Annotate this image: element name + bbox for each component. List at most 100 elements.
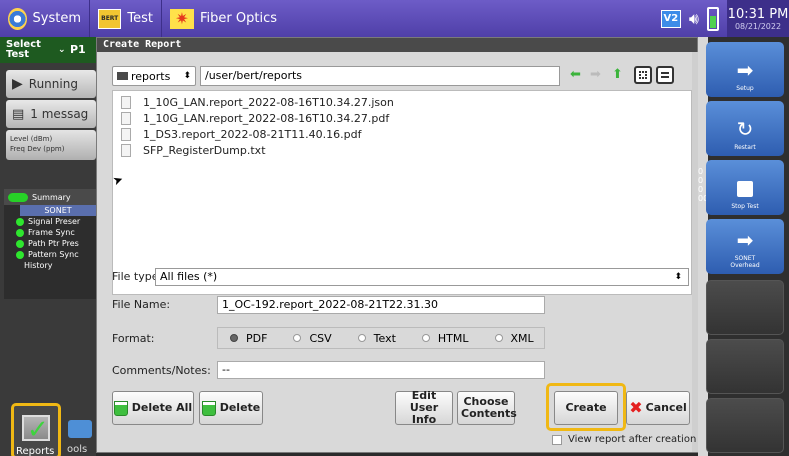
status-dot	[16, 217, 24, 226]
reports-label: Reports	[16, 446, 55, 456]
left-panel: Select Test ⌄ P1 ▶ Running ▤ 1 messag Le…	[0, 37, 96, 456]
status-pill	[8, 192, 28, 202]
create-report-dialog: Create Report reports ⬍ /user/bert/repor…	[96, 37, 698, 453]
reports-button[interactable]: ✓ Reports	[11, 403, 61, 456]
tree-item[interactable]: Path Ptr Pres	[4, 238, 96, 249]
empty-soft-key[interactable]	[706, 280, 784, 335]
battery-icon	[707, 6, 719, 31]
file-list: 1_10G_LAN.report_2022-08-16T10.34.27.jso…	[112, 90, 692, 295]
empty-soft-key[interactable]	[706, 339, 784, 394]
running-label: Running	[28, 77, 78, 91]
sonet-overhead-label: SONET Overhead	[730, 255, 760, 269]
dialog-scrollbar[interactable]	[692, 52, 698, 452]
gear-icon	[8, 7, 27, 30]
radio-icon	[293, 334, 302, 342]
up-arrow-icon[interactable]: ⬆	[612, 67, 623, 82]
arrow-right-icon: ➡	[736, 58, 754, 82]
clock-date: 08/21/2022	[734, 21, 782, 31]
empty-soft-key[interactable]	[706, 398, 784, 453]
view-report-label: View report after creation	[568, 434, 697, 445]
format-html-radio[interactable]: HTML	[421, 332, 469, 345]
radio-icon	[421, 334, 430, 342]
dialog-title: Create Report	[97, 38, 697, 52]
format-text-radio[interactable]: Text	[357, 332, 396, 345]
comments-label: Comments/Notes:	[112, 364, 211, 377]
v2-icon[interactable]: V2	[660, 9, 681, 28]
format-csv-radio[interactable]: CSV	[293, 332, 332, 345]
tree-item[interactable]: History	[4, 260, 96, 271]
tree-item[interactable]: Pattern Sync	[4, 249, 96, 260]
status-area: V2 🔊︎ 10:31 PM 08/21/2022	[660, 0, 789, 37]
tools-icon[interactable]	[68, 420, 92, 438]
tree-item[interactable]: Frame Sync	[4, 227, 96, 238]
system-menu[interactable]: System	[0, 0, 90, 37]
test-label: Test	[127, 11, 153, 26]
path-bar: reports ⬍ /user/bert/reports ⬅ ➡ ⬆	[112, 66, 692, 88]
restart-button[interactable]: ↻ Restart	[706, 101, 784, 156]
reports-icon: ✓	[22, 415, 50, 445]
format-pdf-radio[interactable]: PDF	[230, 332, 267, 345]
list-item[interactable]: SFP_RegisterDump.txt	[113, 142, 691, 158]
stop-test-label: Stop Test	[731, 203, 759, 210]
sonet-header[interactable]: SONET	[20, 205, 96, 216]
stop-test-button[interactable]: Stop Test	[706, 160, 784, 215]
file-icon	[121, 95, 131, 109]
stop-icon	[737, 181, 753, 197]
list-item[interactable]: 1_10G_LAN.report_2022-08-16T10.34.27.jso…	[113, 94, 691, 110]
bert-icon: BERT	[98, 8, 122, 29]
folder-icon	[117, 72, 128, 80]
forward-arrow-icon[interactable]: ➡	[590, 67, 601, 82]
tree-item[interactable]: Signal Preser	[4, 216, 96, 227]
directory-select[interactable]: reports ⬍	[112, 66, 196, 86]
view-report-checkbox[interactable]	[552, 435, 562, 445]
directory-label: reports	[131, 69, 171, 83]
tools-label: ools	[67, 444, 88, 455]
list-view-icon[interactable]	[656, 66, 674, 84]
list-item[interactable]: 1_DS3.report_2022-08-21T11.40.16.pdf	[113, 126, 691, 142]
select-test-label: Select Test	[6, 39, 41, 60]
screen: System BERT Test ✷ Fiber Optics V2 🔊︎ 10…	[0, 0, 789, 456]
setup-button[interactable]: ➡ Setup	[706, 42, 784, 97]
file-type-select[interactable]: All files (*) ⬍	[155, 268, 689, 286]
setup-label: Setup	[736, 85, 754, 92]
radio-icon	[494, 334, 503, 342]
play-icon: ▶	[12, 76, 23, 92]
back-arrow-icon[interactable]: ⬅	[570, 67, 581, 82]
list-item[interactable]: 1_10G_LAN.report_2022-08-16T10.34.27.pdf	[113, 110, 691, 126]
speaker-icon[interactable]: 🔊︎	[689, 9, 699, 29]
status-dot	[16, 250, 24, 259]
clock: 10:31 PM 08/21/2022	[727, 0, 789, 37]
file-name-input[interactable]: 1_OC-192.report_2022-08-21T22.31.30	[217, 296, 545, 314]
comments-input[interactable]: --	[217, 361, 545, 379]
summary-item[interactable]: Summary	[4, 189, 96, 205]
select-test-button[interactable]: Select Test ⌄ P1	[0, 37, 96, 63]
summary-label: Summary	[32, 192, 71, 202]
delete-button[interactable]: Delete	[199, 391, 263, 425]
fiber-optics-menu[interactable]: ✷ Fiber Optics	[162, 0, 285, 37]
sonet-overhead-button[interactable]: ➡ SONET Overhead	[706, 219, 784, 274]
path-field[interactable]: /user/bert/reports	[200, 66, 560, 86]
spinner-icon: ⬍	[183, 71, 191, 81]
trash-icon	[201, 400, 216, 416]
freq-dev-label: Freq Dev (ppm)	[10, 145, 65, 153]
messages-button[interactable]: ▤ 1 messag	[6, 100, 96, 128]
spinner-icon: ⬍	[674, 272, 682, 282]
summary-tree: Summary SONET Signal Preser Frame Sync P…	[4, 189, 96, 299]
test-menu[interactable]: BERT Test	[90, 0, 162, 37]
running-button[interactable]: ▶ Running	[6, 70, 96, 98]
status-dot	[16, 228, 24, 237]
format-label: Format:	[112, 332, 155, 345]
status-dot	[16, 239, 24, 248]
checkmark-icon: ✓	[27, 415, 49, 445]
create-button[interactable]: Create	[554, 391, 618, 425]
delete-all-button[interactable]: Delete All	[112, 391, 194, 425]
edit-user-info-button[interactable]: Edit User Info	[395, 390, 453, 426]
icon-view-icon[interactable]	[634, 66, 652, 84]
messages-label: 1 messag	[30, 107, 89, 121]
file-icon	[121, 111, 131, 125]
choose-contents-button[interactable]: Choose Contents	[457, 391, 517, 425]
radio-icon	[357, 334, 366, 342]
format-xml-radio[interactable]: XML	[494, 332, 534, 345]
level-panel[interactable]: Level (dBm) Freq Dev (ppm)	[6, 130, 96, 160]
cancel-button[interactable]: ✖ Cancel	[626, 391, 690, 425]
